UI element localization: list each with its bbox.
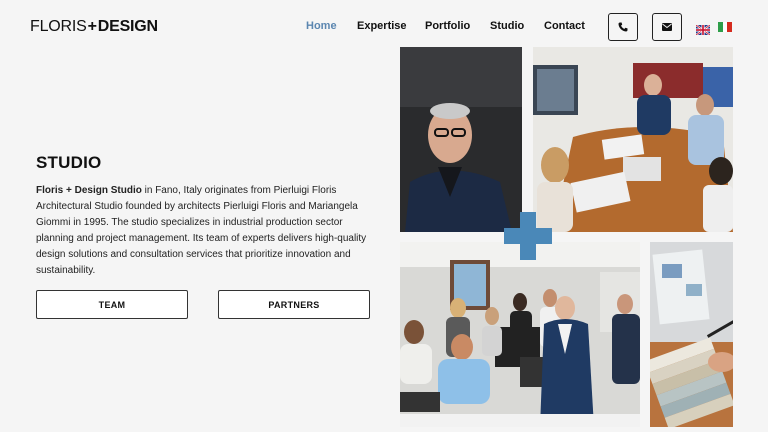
plus-cross-graphic <box>504 212 552 260</box>
studio-section: STUDIO Floris + Design Studio in Fano, I… <box>36 153 376 279</box>
logo-plus: + <box>87 18 97 35</box>
phone-icon <box>618 22 628 32</box>
uk-flag-icon[interactable] <box>695 22 711 36</box>
studio-description: Floris + Design Studio in Fano, Italy or… <box>36 183 376 279</box>
portrait-photo <box>400 47 522 232</box>
mail-icon <box>662 23 672 31</box>
studio-heading: STUDIO <box>36 153 102 172</box>
mail-button[interactable] <box>652 13 682 41</box>
nav-expertise[interactable]: Expertise <box>357 20 425 32</box>
brand-logo[interactable]: FLORIS + DESIGN <box>30 18 158 36</box>
logo-text-floris: FLORIS <box>30 18 87 35</box>
italy-flag-icon[interactable] <box>718 22 733 32</box>
main-nav: Home Expertise Portfolio Studio Contact <box>306 20 585 32</box>
materials-photo <box>650 242 733 427</box>
team-button[interactable]: TEAM <box>36 290 188 319</box>
nav-studio[interactable]: Studio <box>490 20 544 32</box>
meeting-photo <box>533 47 733 232</box>
studio-lead: Floris + Design Studio <box>36 185 142 196</box>
phone-button[interactable] <box>608 13 638 41</box>
nav-home[interactable]: Home <box>306 20 357 32</box>
logo-text-design: DESIGN <box>97 18 158 35</box>
partners-button[interactable]: PARTNERS <box>218 290 370 319</box>
studio-body: in Fano, Italy originates from Pierluigi… <box>36 185 367 276</box>
team-photo <box>400 242 640 427</box>
nav-contact[interactable]: Contact <box>544 20 585 32</box>
nav-portfolio[interactable]: Portfolio <box>425 20 490 32</box>
